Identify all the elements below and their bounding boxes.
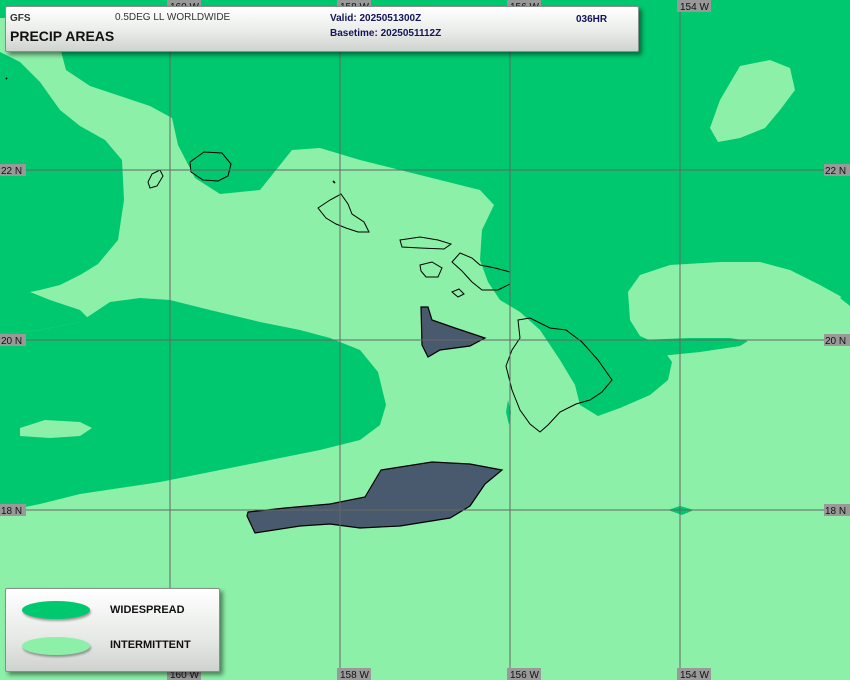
- svg-text:154 W: 154 W: [680, 670, 709, 680]
- axis-label-bottom-158: 158 W: [337, 668, 371, 680]
- axis-label-bottom-156: 156 W: [507, 668, 541, 680]
- svg-text:22 N: 22 N: [825, 166, 846, 177]
- legend-label-intermittent: INTERMITTENT: [110, 639, 191, 651]
- basetime: Basetime: 2025051112Z: [330, 28, 442, 39]
- svg-text:18 N: 18 N: [1, 506, 22, 517]
- precip-map: 160 W 158 W 156 W 154 W 160 W 158 W 156 …: [0, 0, 850, 680]
- legend-label-widespread: WIDESPREAD: [110, 604, 185, 616]
- map-header-panel: GFS 0.5DEG LL WORLDWIDE PRECIP AREAS Val…: [5, 6, 639, 52]
- valid-time: Valid: 2025051300Z: [330, 13, 422, 24]
- axis-label-left-22n: 22 N: [0, 164, 26, 177]
- axis-label-left-18n: 18 N: [0, 504, 26, 517]
- speck-west: [5, 77, 8, 80]
- widespread-swatch: [22, 601, 90, 619]
- svg-text:20 N: 20 N: [1, 336, 22, 347]
- axis-label-top-154: 154 W: [677, 0, 711, 13]
- grid-description: 0.5DEG LL WORLDWIDE: [115, 12, 231, 23]
- svg-text:18 N: 18 N: [825, 506, 846, 517]
- axis-label-right-18n: 18 N: [824, 504, 850, 517]
- axis-label-bottom-154: 154 W: [677, 668, 711, 680]
- intermittent-swatch: [22, 637, 90, 655]
- svg-text:158 W: 158 W: [340, 670, 369, 680]
- svg-text:22 N: 22 N: [1, 166, 22, 177]
- map-title: PRECIP AREAS: [10, 28, 115, 44]
- axis-label-left-20n: 20 N: [0, 334, 26, 347]
- axis-label-right-22n: 22 N: [824, 164, 850, 177]
- svg-text:20 N: 20 N: [825, 336, 846, 347]
- svg-text:154 W: 154 W: [680, 2, 709, 13]
- model-name: GFS: [10, 13, 31, 24]
- legend-panel: WIDESPREAD INTERMITTENT: [5, 588, 220, 672]
- axis-label-right-20n: 20 N: [824, 334, 850, 347]
- forecast-hour: 036HR: [576, 14, 608, 25]
- svg-text:156 W: 156 W: [510, 670, 539, 680]
